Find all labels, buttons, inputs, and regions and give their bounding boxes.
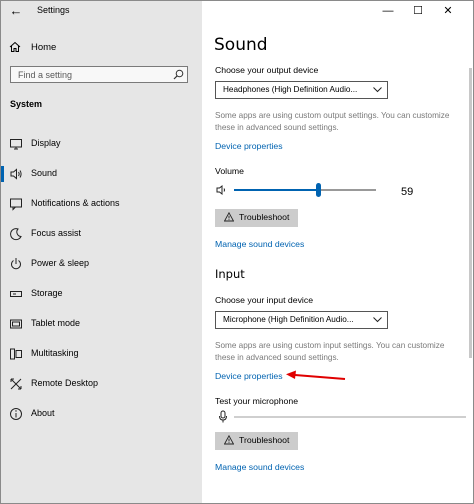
sidebar-item-label: About bbox=[31, 408, 55, 418]
chevron-down-icon bbox=[373, 317, 382, 323]
tablet-icon bbox=[10, 319, 22, 329]
sidebar-item-label: Tablet mode bbox=[31, 318, 81, 328]
sidebar-item-label: Notifications & actions bbox=[31, 198, 120, 208]
sidebar-item-label: Remote Desktop bbox=[31, 378, 99, 388]
speaker-icon bbox=[10, 168, 22, 180]
notification-icon bbox=[10, 198, 22, 211]
sidebar-item-power-sleep[interactable]: Power & sleep bbox=[1, 249, 202, 279]
sidebar: ← Settings Home System Display bbox=[1, 1, 202, 503]
page-title: Sound bbox=[214, 35, 268, 55]
display-icon bbox=[10, 139, 22, 150]
sidebar-item-label: Display bbox=[31, 138, 61, 148]
window-title: Settings bbox=[37, 5, 70, 15]
output-manage-devices-link[interactable]: Manage sound devices bbox=[215, 239, 304, 249]
title-bar: ← Settings bbox=[1, 1, 202, 23]
mic-level-meter bbox=[234, 416, 466, 418]
info-icon bbox=[10, 408, 22, 420]
sidebar-item-remote-desktop[interactable]: Remote Desktop bbox=[1, 369, 202, 399]
sidebar-item-label: Storage bbox=[31, 288, 63, 298]
section-header-system: System bbox=[10, 99, 43, 109]
home-icon bbox=[9, 41, 21, 52]
volume-slider-fill bbox=[234, 189, 318, 191]
output-device-value: Headphones (High Definition Audio... bbox=[223, 85, 358, 94]
input-custom-note: Some apps are using custom input setting… bbox=[215, 341, 445, 362]
input-device-dropdown[interactable]: Microphone (High Definition Audio... bbox=[215, 311, 388, 329]
home-label: Home bbox=[31, 41, 57, 53]
output-device-dropdown[interactable]: Headphones (High Definition Audio... bbox=[215, 81, 388, 99]
volume-value: 59 bbox=[401, 186, 414, 198]
microphone-icon bbox=[219, 410, 227, 423]
input-troubleshoot-button[interactable]: Troubleshoot bbox=[215, 432, 298, 450]
home-link[interactable]: Home bbox=[9, 38, 56, 56]
warning-icon bbox=[224, 435, 234, 445]
search-icon[interactable] bbox=[173, 69, 184, 80]
input-section-title: Input bbox=[215, 267, 245, 281]
minimize-button[interactable]: — bbox=[374, 1, 402, 23]
sidebar-nav: Display Sound Notifications & actions Fo… bbox=[1, 129, 202, 429]
sidebar-item-display[interactable]: Display bbox=[1, 129, 202, 159]
sidebar-item-storage[interactable]: Storage bbox=[1, 279, 202, 309]
volume-label: Volume bbox=[215, 166, 244, 176]
sidebar-item-label: Multitasking bbox=[31, 348, 79, 358]
output-troubleshoot-button[interactable]: Troubleshoot bbox=[215, 209, 298, 227]
sidebar-item-sound[interactable]: Sound bbox=[1, 159, 202, 189]
sidebar-item-multitasking[interactable]: Multitasking bbox=[1, 339, 202, 369]
output-custom-note: Some apps are using custom output settin… bbox=[215, 111, 450, 132]
power-icon bbox=[11, 258, 21, 270]
storage-icon bbox=[10, 291, 22, 297]
warning-icon bbox=[224, 212, 234, 222]
maximize-button[interactable]: ☐ bbox=[404, 1, 432, 23]
sidebar-item-focus-assist[interactable]: Focus assist bbox=[1, 219, 202, 249]
settings-window: ← Settings Home System Display bbox=[0, 0, 474, 504]
moon-icon bbox=[10, 228, 22, 241]
annotation-arrow bbox=[286, 370, 346, 380]
input-device-value: Microphone (High Definition Audio... bbox=[223, 315, 354, 324]
back-button[interactable]: ← bbox=[7, 3, 25, 19]
search-box[interactable] bbox=[10, 66, 188, 83]
sidebar-item-notifications[interactable]: Notifications & actions bbox=[1, 189, 202, 219]
input-manage-devices-link[interactable]: Manage sound devices bbox=[215, 462, 304, 472]
chevron-down-icon bbox=[373, 87, 382, 93]
multitasking-icon bbox=[10, 348, 22, 360]
input-device-properties-link[interactable]: Device properties bbox=[215, 371, 283, 381]
close-button[interactable]: ✕ bbox=[434, 1, 462, 23]
main-content: Sound Choose your output device Headphon… bbox=[202, 23, 473, 503]
test-mic-label: Test your microphone bbox=[215, 396, 299, 406]
sidebar-item-label: Power & sleep bbox=[31, 258, 90, 268]
troubleshoot-label: Troubleshoot bbox=[239, 212, 290, 222]
output-device-properties-link[interactable]: Device properties bbox=[215, 141, 283, 151]
volume-slider[interactable] bbox=[234, 183, 376, 197]
troubleshoot-label: Troubleshoot bbox=[239, 435, 290, 445]
sidebar-item-label: Focus assist bbox=[31, 228, 82, 238]
output-device-label: Choose your output device bbox=[215, 65, 319, 75]
volume-speaker-icon[interactable] bbox=[216, 184, 229, 196]
search-input[interactable] bbox=[11, 67, 168, 82]
sidebar-item-label: Sound bbox=[31, 168, 58, 178]
sidebar-item-tablet-mode[interactable]: Tablet mode bbox=[1, 309, 202, 339]
input-device-label: Choose your input device bbox=[215, 295, 314, 305]
scrollbar[interactable] bbox=[469, 68, 472, 358]
sidebar-item-about[interactable]: About bbox=[1, 399, 202, 429]
volume-slider-thumb[interactable] bbox=[316, 183, 321, 197]
remote-desktop-icon bbox=[10, 378, 22, 390]
